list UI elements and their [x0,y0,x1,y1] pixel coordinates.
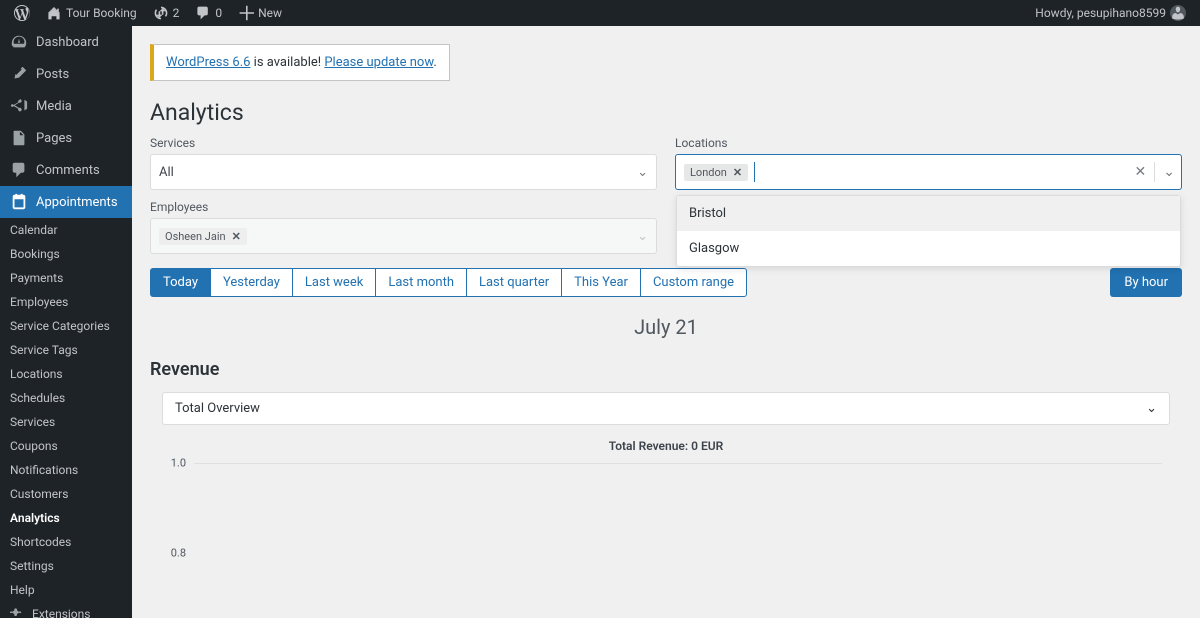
by-hour-button[interactable]: By hour [1110,268,1182,297]
range-last-month[interactable]: Last month [375,268,467,297]
sidebar-sub-schedules[interactable]: Schedules [0,386,132,410]
chevron-down-icon: ⌄ [637,165,648,180]
range-last-week[interactable]: Last week [292,268,376,297]
account-link[interactable]: Howdy, pesupihano8599 [1029,0,1192,26]
avatar-icon [1170,5,1186,21]
date-heading: July 21 [150,315,1182,339]
sidebar-sub-service-tags[interactable]: Service Tags [0,338,132,362]
sidebar-sub-bookings[interactable]: Bookings [0,242,132,266]
chevron-down-icon: ⌄ [1146,401,1157,416]
howdy-text: Howdy, pesupihano8599 [1035,6,1166,20]
location-option[interactable]: Glasgow [677,231,1180,266]
location-option[interactable]: Bristol [677,196,1180,231]
sidebar-sub-notifications[interactable]: Notifications [0,458,132,482]
y-tick: 0.8 [150,547,186,560]
update-now-link[interactable]: Please update now [324,55,433,70]
new-label: New [258,6,282,20]
sidebar-sub-shortcodes[interactable]: Shortcodes [0,530,132,554]
site-name-link[interactable]: Tour Booking [40,0,143,26]
revenue-chart: 1.0 0.8 0.6 [150,463,1182,618]
overview-select[interactable]: Total Overview ⌄ [162,392,1170,425]
sidebar-item-extensions[interactable]: Extensions [0,602,132,618]
y-tick: 1.0 [150,457,186,470]
sidebar-sub-coupons[interactable]: Coupons [0,434,132,458]
locations-label: Locations [675,136,1182,150]
locations-select[interactable]: London ✕ ✕ ⌄ Bristol Glasgow [675,154,1182,190]
range-yesterday[interactable]: Yesterday [210,268,293,297]
comments-link[interactable]: 0 [189,0,228,26]
remove-chip-icon[interactable]: ✕ [731,166,744,179]
sidebar-item-posts[interactable]: Posts [0,58,132,90]
employee-chip: Osheen Jain ✕ [159,228,247,245]
chart-title: Total Revenue: 0 EUR [150,439,1182,453]
sidebar-sub-help[interactable]: Help [0,578,132,602]
sidebar-item-media[interactable]: Media [0,90,132,122]
text-cursor [754,162,755,182]
sidebar-sub-settings[interactable]: Settings [0,554,132,578]
remove-chip-icon: ✕ [230,230,243,243]
range-last-quarter[interactable]: Last quarter [466,268,562,297]
sidebar-sub-payments[interactable]: Payments [0,266,132,290]
sidebar-sub-locations[interactable]: Locations [0,362,132,386]
wp-version-link[interactable]: WordPress 6.6 [166,55,250,70]
location-chip: London ✕ [684,164,748,181]
sidebar-sub-service-categories[interactable]: Service Categories [0,314,132,338]
comments-count: 0 [215,6,222,20]
sidebar-sub-employees[interactable]: Employees [0,290,132,314]
revenue-heading: Revenue [150,359,1182,380]
sidebar-sub-calendar[interactable]: Calendar [0,218,132,242]
range-this-year[interactable]: This Year [561,268,641,297]
services-select[interactable]: All ⌄ [150,154,657,190]
sidebar-item-pages[interactable]: Pages [0,122,132,154]
range-today[interactable]: Today [150,268,211,297]
site-name: Tour Booking [66,6,137,20]
clear-all-icon[interactable]: ✕ [1135,164,1147,180]
update-notice: WordPress 6.6 is available! Please updat… [150,44,450,81]
sidebar-item-dashboard[interactable]: Dashboard [0,26,132,58]
sidebar-item-appointments[interactable]: Appointments [0,186,132,218]
employees-select: Osheen Jain ✕ ⌄ [150,218,657,254]
sidebar-sub-analytics[interactable]: Analytics [0,506,132,530]
page-title: Analytics [150,99,1182,126]
sidebar-sub-customers[interactable]: Customers [0,482,132,506]
sidebar-item-comments[interactable]: Comments [0,154,132,186]
date-range-group: Today Yesterday Last week Last month Las… [150,268,747,297]
main-content: WordPress 6.6 is available! Please updat… [132,26,1200,618]
chevron-down-icon: ⌄ [637,229,648,244]
employees-label: Employees [150,200,657,214]
admin-toolbar: Tour Booking 2 0 New Howdy, pesupihano85… [0,0,1200,26]
wp-logo[interactable] [8,0,36,26]
updates-count: 2 [173,6,180,20]
range-custom[interactable]: Custom range [640,268,747,297]
admin-sidebar: Dashboard Posts Media Pages Comments App… [0,26,132,618]
new-content-link[interactable]: New [232,0,288,26]
sidebar-sub-services[interactable]: Services [0,410,132,434]
chevron-down-icon[interactable]: ⌄ [1163,164,1175,180]
services-label: Services [150,136,657,150]
updates-link[interactable]: 2 [147,0,186,26]
locations-dropdown: Bristol Glasgow [676,195,1181,267]
